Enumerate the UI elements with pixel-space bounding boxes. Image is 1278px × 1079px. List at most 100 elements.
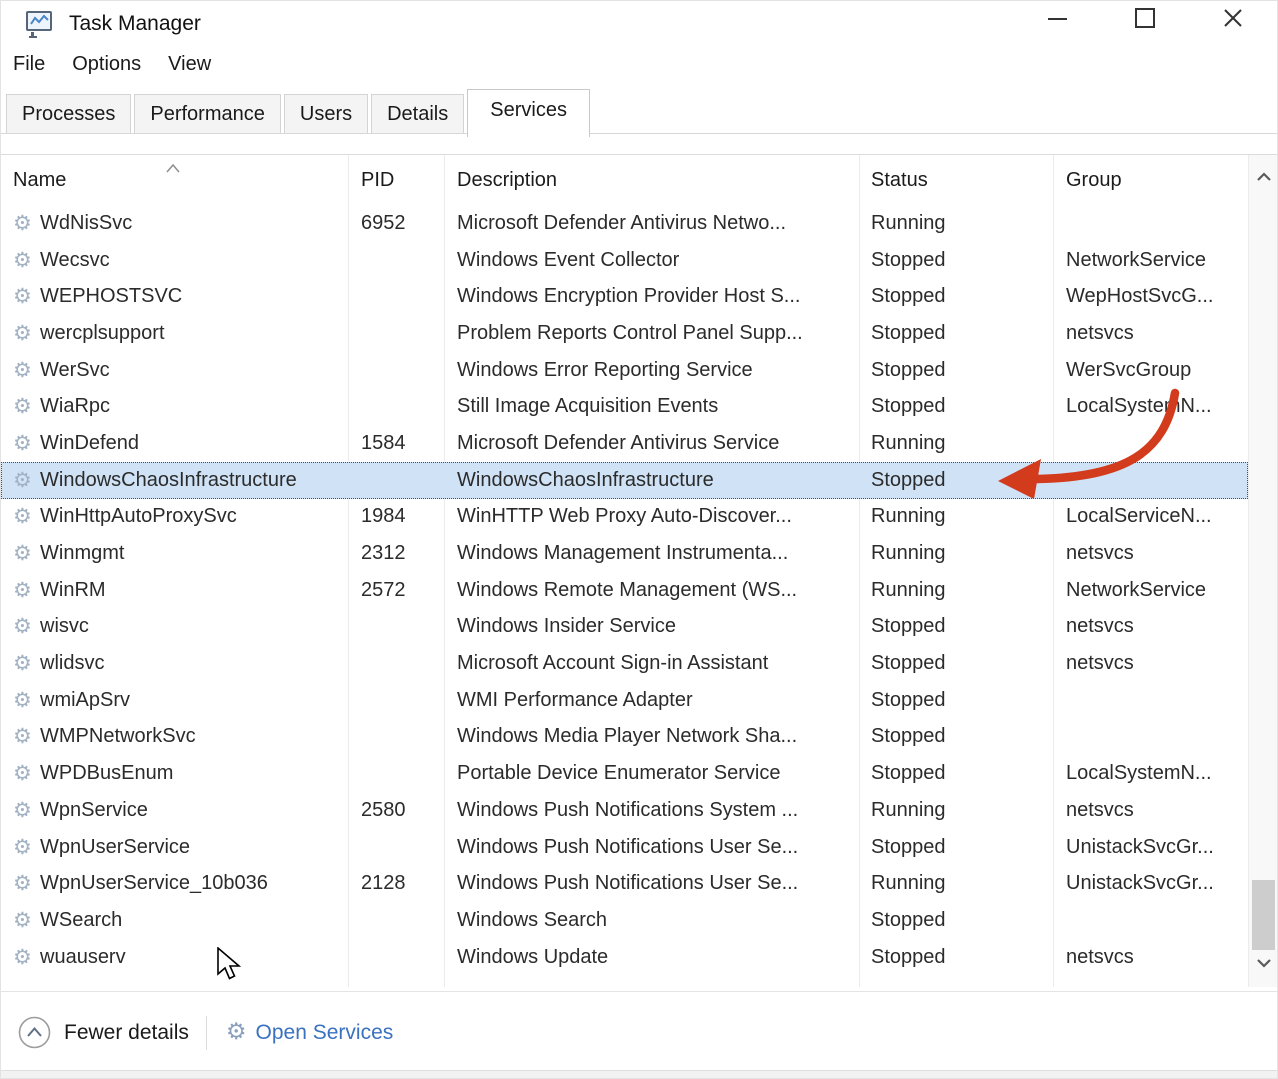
service-name-cell: ⚙ WpnService <box>1 799 348 822</box>
service-description: Windows Search <box>444 909 859 932</box>
service-row[interactable]: ⚙ WiaRpc Still Image Acquisition Events … <box>1 388 1248 425</box>
service-pid: 1584 <box>348 432 444 455</box>
fewer-details-label: Fewer details <box>64 1021 189 1045</box>
service-row[interactable]: ⚙ WindowsChaosInfrastructure WindowsChao… <box>1 462 1248 499</box>
tab-services[interactable]: Services <box>467 89 590 137</box>
service-group: netsvcs <box>1053 542 1248 565</box>
footer-separator <box>206 1016 207 1050</box>
service-gear-icon: ⚙ <box>13 250 40 271</box>
menu-file[interactable]: File <box>13 53 45 76</box>
service-description: Windows Remote Management (WS... <box>444 579 859 602</box>
service-row[interactable]: ⚙ wlidsvc Microsoft Account Sign-in Assi… <box>1 645 1248 682</box>
service-name: wuauserv <box>40 946 126 969</box>
column-header-description[interactable]: Description <box>444 169 859 192</box>
service-name: WMPNetworkSvc <box>40 725 196 748</box>
service-name-cell: ⚙ WindowsChaosInfrastructure <box>1 469 348 492</box>
service-row[interactable]: ⚙ WpnUserService_10b036 2128 Windows Pus… <box>1 865 1248 902</box>
service-pid: 2312 <box>348 542 444 565</box>
service-name-cell: ⚙ Winmgmt <box>1 542 348 565</box>
service-description: Windows Push Notifications System ... <box>444 799 859 822</box>
service-row[interactable]: ⚙ WinDefend 1584 Microsoft Defender Anti… <box>1 425 1248 462</box>
minimize-button[interactable] <box>1013 1 1101 43</box>
service-gear-icon: ⚙ <box>13 616 40 637</box>
window-controls <box>1013 1 1277 43</box>
service-row[interactable]: ⚙ WinRM 2572 Windows Remote Management (… <box>1 572 1248 609</box>
service-gear-icon: ⚙ <box>13 543 40 564</box>
scrollbar-thumb[interactable] <box>1252 880 1275 950</box>
vertical-scrollbar[interactable] <box>1248 155 1278 987</box>
service-row[interactable]: ⚙ wmiApSrv WMI Performance Adapter Stopp… <box>1 682 1248 719</box>
service-row[interactable]: ⚙ WpnService 2580 Windows Push Notificat… <box>1 792 1248 829</box>
window-bottom-border <box>1 1070 1277 1078</box>
service-description: Windows Encryption Provider Host S... <box>444 285 859 308</box>
service-status: Stopped <box>859 615 1053 638</box>
service-row[interactable]: ⚙ WSearch Windows Search Stopped <box>1 902 1248 939</box>
tab-users[interactable]: Users <box>284 94 368 133</box>
service-row[interactable]: ⚙ WPDBusEnum Portable Device Enumerator … <box>1 755 1248 792</box>
tab-details[interactable]: Details <box>371 94 464 133</box>
maximize-button[interactable] <box>1101 1 1189 43</box>
service-row[interactable]: ⚙ WpnUserService Windows Push Notificati… <box>1 829 1248 866</box>
service-description: Windows Insider Service <box>444 615 859 638</box>
task-manager-app-icon <box>25 10 55 38</box>
service-name-cell: ⚙ WinDefend <box>1 432 348 455</box>
service-row[interactable]: ⚙ Wecsvc Windows Event Collector Stopped… <box>1 242 1248 279</box>
service-description: WindowsChaosInfrastructure <box>444 469 859 492</box>
column-header-status[interactable]: Status <box>859 169 1053 192</box>
scroll-up-button[interactable] <box>1249 161 1278 193</box>
service-gear-icon: ⚙ <box>13 726 40 747</box>
service-group: netsvcs <box>1053 322 1248 345</box>
column-header-group[interactable]: Group <box>1053 169 1248 192</box>
chevron-up-icon <box>1256 172 1272 182</box>
open-services-link[interactable]: ⚙ Open Services <box>226 1021 393 1045</box>
minimize-icon <box>1048 18 1067 20</box>
service-pid: 2572 <box>348 579 444 602</box>
service-description: Microsoft Defender Antivirus Netwo... <box>444 212 859 235</box>
service-row[interactable]: ⚙ WEPHOSTSVC Windows Encryption Provider… <box>1 278 1248 315</box>
service-status: Stopped <box>859 395 1053 418</box>
service-row[interactable]: ⚙ wercplsupport Problem Reports Control … <box>1 315 1248 352</box>
service-group: netsvcs <box>1053 652 1248 675</box>
menu-options[interactable]: Options <box>72 53 141 76</box>
service-gear-icon: ⚙ <box>13 286 40 307</box>
service-group: WerSvcGroup <box>1053 359 1248 382</box>
service-name: WEPHOSTSVC <box>40 285 182 308</box>
services-gear-icon: ⚙ <box>226 1021 247 1044</box>
service-group: UnistackSvcGr... <box>1053 836 1248 859</box>
service-row[interactable]: ⚙ wuauserv Windows Update Stopped netsvc… <box>1 939 1248 976</box>
service-row[interactable]: ⚙ Winmgmt 2312 Windows Management Instru… <box>1 535 1248 572</box>
service-name-cell: ⚙ WdNisSvc <box>1 212 348 235</box>
column-header-pid[interactable]: PID <box>348 169 444 192</box>
service-status: Running <box>859 212 1053 235</box>
service-gear-icon: ⚙ <box>13 947 40 968</box>
service-row[interactable]: ⚙ WdNisSvc 6952 Microsoft Defender Antiv… <box>1 205 1248 242</box>
service-status: Stopped <box>859 689 1053 712</box>
close-button[interactable] <box>1189 1 1277 43</box>
tab-bar: Processes Performance Users Details Serv… <box>1 83 1277 134</box>
service-name: WiaRpc <box>40 395 110 418</box>
chevron-up-circle-icon <box>18 1016 51 1049</box>
service-name: WdNisSvc <box>40 212 132 235</box>
service-description: Microsoft Account Sign-in Assistant <box>444 652 859 675</box>
tab-processes[interactable]: Processes <box>6 94 131 133</box>
service-row[interactable]: ⚙ WMPNetworkSvc Windows Media Player Net… <box>1 719 1248 756</box>
title-bar: Task Manager <box>1 1 1277 46</box>
scroll-down-button[interactable] <box>1249 947 1278 979</box>
service-pid: 6952 <box>348 212 444 235</box>
service-name-cell: ⚙ WSearch <box>1 909 348 932</box>
menu-view[interactable]: View <box>168 53 211 76</box>
service-row[interactable]: ⚙ WerSvc Windows Error Reporting Service… <box>1 352 1248 389</box>
service-name-cell: ⚙ wmiApSrv <box>1 689 348 712</box>
service-name: WpnUserService <box>40 836 190 859</box>
service-row[interactable]: ⚙ WinHttpAutoProxySvc 1984 WinHTTP Web P… <box>1 499 1248 536</box>
service-group: WepHostSvcG... <box>1053 285 1248 308</box>
fewer-details-button[interactable]: Fewer details <box>18 1016 189 1049</box>
service-description: Windows Event Collector <box>444 249 859 272</box>
service-status: Stopped <box>859 762 1053 785</box>
service-name: WinDefend <box>40 432 139 455</box>
service-name: WpnService <box>40 799 148 822</box>
service-status: Stopped <box>859 725 1053 748</box>
column-header-name[interactable]: Name <box>1 169 348 192</box>
service-row[interactable]: ⚙ wisvc Windows Insider Service Stopped … <box>1 609 1248 646</box>
tab-performance[interactable]: Performance <box>134 94 281 133</box>
